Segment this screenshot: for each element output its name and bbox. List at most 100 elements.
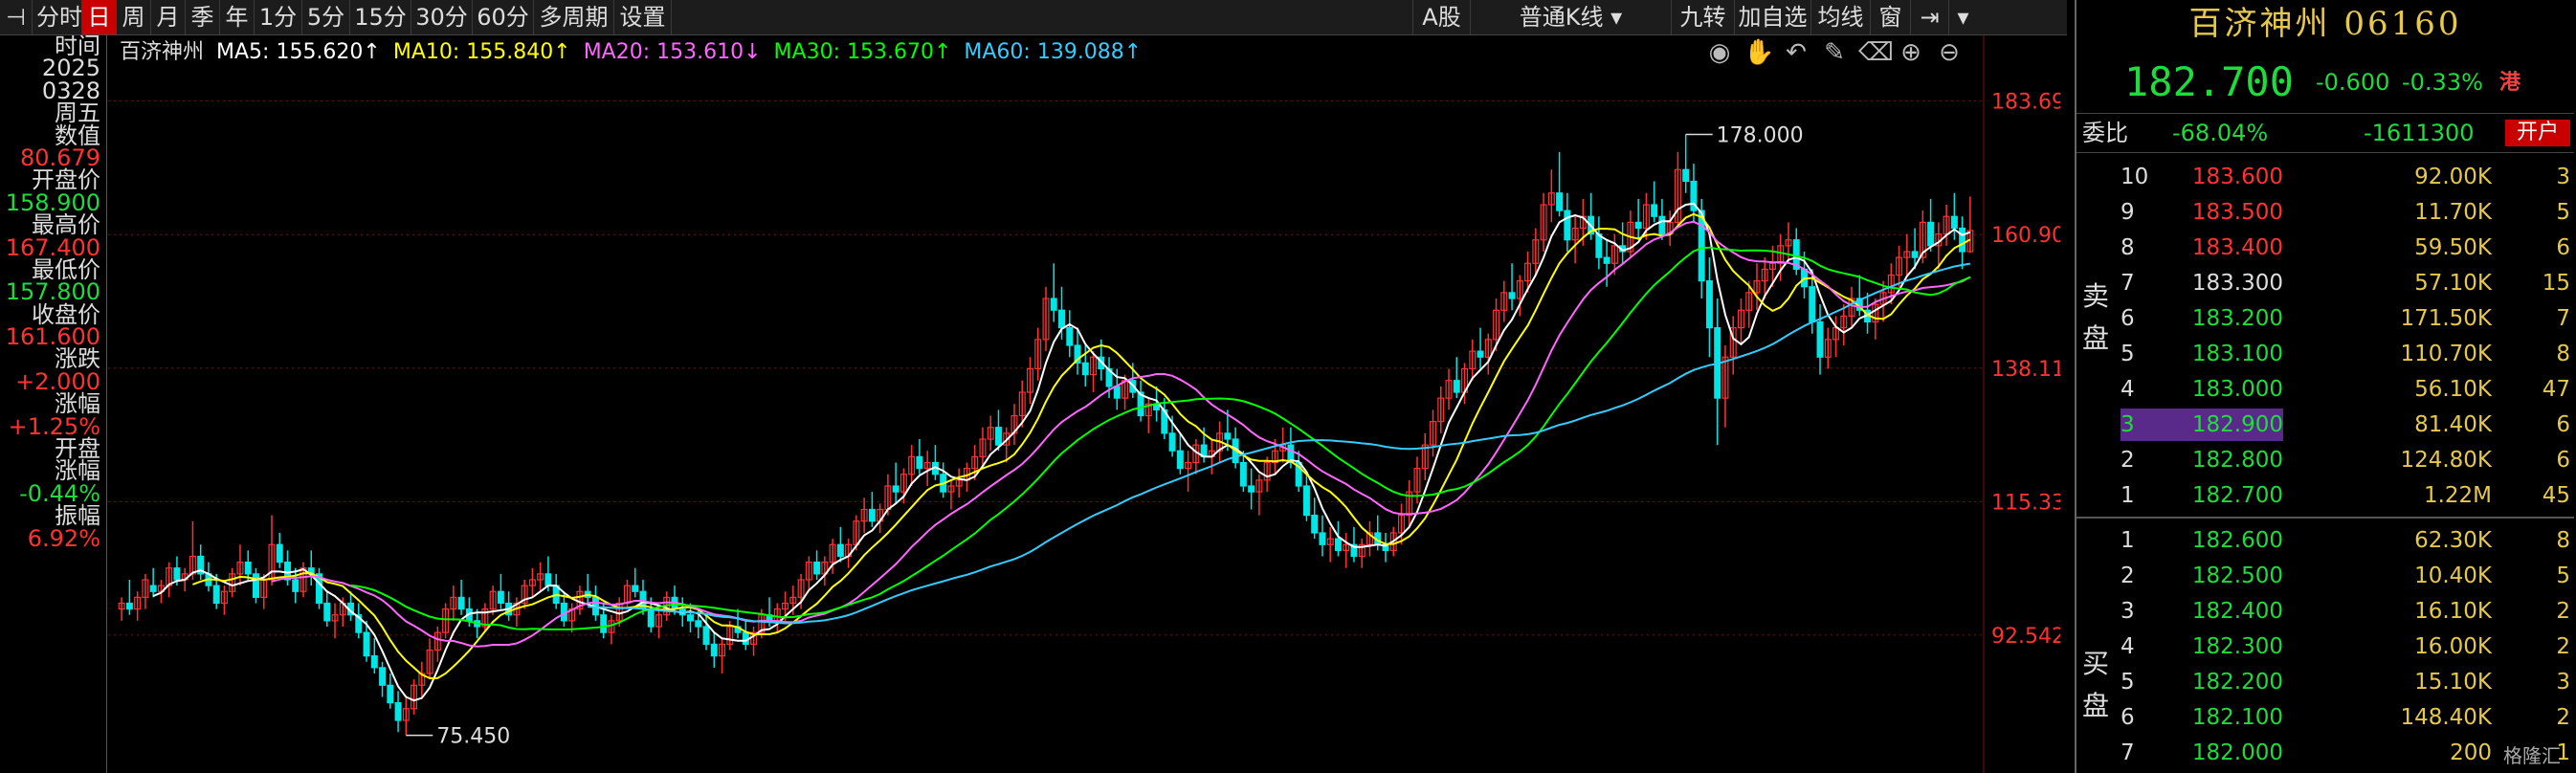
ask-row[interactable]: 2 182.800 124.80K 6 (2111, 444, 2574, 476)
period-tab[interactable]: 年 (220, 0, 255, 34)
candle-body (1302, 485, 1310, 517)
candle-body (813, 562, 821, 575)
bid-row[interactable]: 3 182.400 16.10K 2 (2111, 595, 2574, 628)
candle-body (1168, 432, 1176, 452)
ask-price: 182.800 (2191, 448, 2283, 473)
candle-body (1682, 168, 1690, 183)
ask-count: 5 (2556, 200, 2570, 225)
bid-volume: 10.40K (2414, 563, 2492, 588)
y-tick-label: 115.331 (1991, 491, 2060, 515)
level: 4 (2121, 377, 2135, 402)
weibi-label: 委比 (2082, 120, 2128, 146)
level: 2 (2121, 563, 2135, 588)
level: 5 (2121, 670, 2135, 695)
candle-body (1176, 450, 1184, 470)
kline-mode-select[interactable]: 普通K线 ▾ (1470, 0, 1671, 34)
info-row: 最高价 (32, 211, 100, 239)
ask-volume: 59.50K (2414, 235, 2492, 260)
weibi-diff: -1611300 (2364, 120, 2475, 146)
bid-count: 8 (2556, 528, 2570, 553)
level: 3 (2121, 409, 2159, 441)
candle-body (173, 567, 181, 581)
candle-body (836, 543, 844, 558)
ask-row[interactable]: 5 183.100 110.70K 8 (2111, 338, 2574, 370)
period-tab[interactable]: 5分 (302, 0, 350, 34)
weibi-pct: -68.04% (2172, 120, 2269, 146)
candle-body (1508, 292, 1516, 299)
bid-row[interactable]: 1 182.600 62.30K 8 (2111, 524, 2574, 557)
candle-body (1634, 221, 1642, 230)
bid-count: 2 (2556, 705, 2570, 730)
level: 6 (2121, 306, 2135, 331)
period-tabs: 分时日周月季年 1分 5分 15分 30分 60分 多周期 设置 (33, 0, 672, 34)
candle-body (1950, 215, 1958, 230)
period-tab[interactable]: 多周期 (534, 0, 614, 34)
candle-body (1050, 298, 1057, 311)
candle-body (868, 508, 876, 522)
bid-row[interactable]: 4 182.300 16.00K 2 (2111, 630, 2574, 663)
ma30-line (350, 246, 1971, 630)
candle-body (994, 427, 1002, 446)
bid-row[interactable]: 6 182.100 148.40K 2 (2111, 701, 2574, 734)
period-tab[interactable]: 设置 (614, 0, 672, 34)
ask-price: 183.000 (2191, 377, 2283, 402)
toolbar-dropdown-icon[interactable]: ▾ (1948, 0, 1977, 34)
bid-count: 2 (2556, 599, 2570, 624)
candle-body (370, 655, 378, 669)
bid-price: 182.400 (2191, 599, 2283, 624)
add-watch-button[interactable]: 加自选 (1734, 0, 1810, 34)
window-button[interactable]: 窗 (1870, 0, 1910, 34)
candle-body (916, 455, 923, 470)
level: 9 (2121, 200, 2135, 225)
ask-price: 182.700 (2191, 483, 2283, 508)
open-account-button[interactable]: 开户 (2505, 120, 2570, 146)
ask-row[interactable]: 3 182.900 81.40K 6 (2111, 409, 2574, 441)
bid-row[interactable]: 2 182.500 10.40K 5 (2111, 560, 2574, 592)
period-tab[interactable]: 周 (117, 0, 151, 34)
bid-count: 2 (2556, 634, 2570, 659)
candle-body (1248, 485, 1255, 493)
candle-body (1224, 432, 1232, 440)
sell-label-char-2: 盘 (2082, 322, 2110, 354)
candle-body (1927, 221, 1935, 247)
order-book-panel: 百济神州 06160 182.700 -0.600 -0.33% 港 委比 -6… (2075, 0, 2576, 773)
bid-price: 182.000 (2191, 740, 2283, 765)
kline-chart[interactable]: 183.697 160.908 138.119 115.331 92.542 178.00… (108, 35, 2060, 773)
period-tab[interactable]: 分时 (33, 0, 82, 34)
hk-market-badge: 港 (2499, 71, 2521, 95)
price-change: -0.600 (2316, 69, 2390, 96)
period-tab[interactable]: 30分 (411, 0, 473, 34)
bid-row[interactable]: 5 182.200 15.10K 3 (2111, 666, 2574, 698)
period-tab[interactable]: 季 (186, 0, 220, 34)
market-select[interactable]: A股 (1412, 0, 1470, 34)
candle-body (892, 485, 899, 493)
ask-row[interactable]: 8 183.400 59.50K 6 (2111, 232, 2574, 264)
bid-volume: 148.40K (2400, 705, 2492, 730)
ask-volume: 171.50K (2400, 306, 2492, 331)
ask-row[interactable]: 9 183.500 11.70K 5 (2111, 196, 2574, 229)
candle-body (1705, 280, 1713, 329)
period-tab[interactable]: 60分 (473, 0, 534, 34)
candle-body (244, 562, 252, 575)
toolbar-left-arrow[interactable]: ⊣ (0, 0, 33, 34)
ask-row[interactable]: 10 183.600 92.00K 3 (2111, 161, 2574, 193)
candle-body (702, 626, 710, 645)
ask-row[interactable]: 6 183.200 171.50K 7 (2111, 302, 2574, 335)
period-tab[interactable]: 1分 (255, 0, 302, 34)
period-tab[interactable]: 日 (82, 0, 117, 34)
expand-arrow-icon[interactable]: ⇥ (1910, 0, 1948, 34)
bid-side: 买 盘 1 182.600 62.30K 8 2 182.500 10.40K 5 3 182.4… (2076, 519, 2574, 773)
ask-count: 6 (2556, 235, 2570, 260)
ask-row[interactable]: 1 182.700 1.22M 45 (2111, 479, 2574, 512)
ma-lines-button[interactable]: 均线 (1810, 0, 1870, 34)
period-tab[interactable]: 月 (151, 0, 186, 34)
ask-row[interactable]: 4 183.000 56.10K 47 (2111, 373, 2574, 406)
ask-row[interactable]: 7 183.300 57.10K 15 (2111, 267, 2574, 299)
ask-count: 6 (2556, 412, 2570, 437)
bid-price: 182.300 (2191, 634, 2283, 659)
candle-body (544, 573, 552, 586)
nine-turn-button[interactable]: 九转 (1671, 0, 1734, 34)
bid-price: 182.200 (2191, 670, 2283, 695)
ma60-line (588, 262, 1971, 625)
period-tab[interactable]: 15分 (350, 0, 411, 34)
